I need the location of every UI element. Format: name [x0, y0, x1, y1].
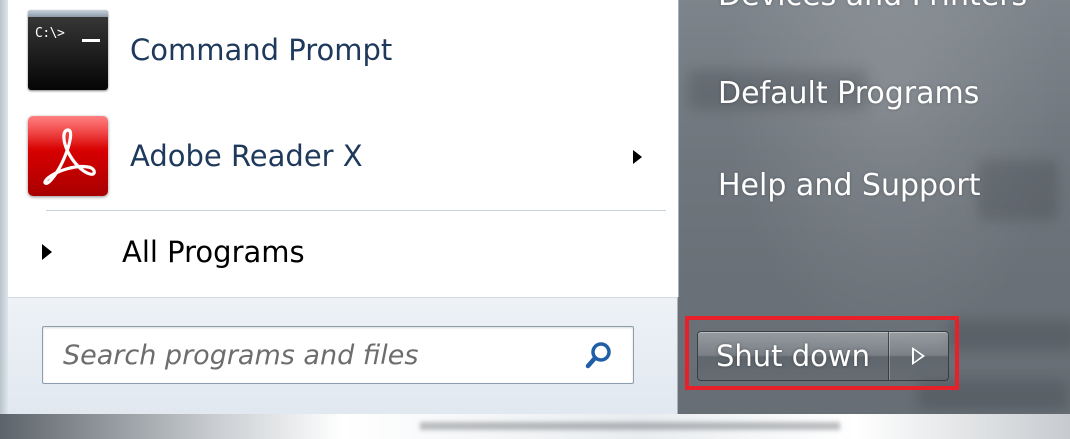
menu-item-devices-and-printers[interactable]: Devices and Printers: [718, 0, 1027, 13]
icon-titlebar: [28, 10, 108, 17]
menu-item-default-programs[interactable]: Default Programs: [718, 76, 979, 111]
acrobat-swirl-icon: [43, 128, 96, 185]
start-menu-programs-pane: C:\> Command Prompt Adobe Reader X All P…: [8, 0, 679, 297]
all-programs-item[interactable]: All Programs: [22, 220, 678, 284]
menu-item-help-and-support[interactable]: Help and Support: [718, 168, 981, 203]
background-blur: [948, 320, 1070, 350]
start-menu-left-edge: [0, 0, 8, 414]
menu-separator: [46, 210, 666, 211]
submenu-arrow-icon[interactable]: [633, 150, 642, 164]
shutdown-highlight-box: [685, 316, 959, 390]
background-blur: [420, 422, 840, 430]
adobe-reader-icon: [28, 116, 108, 196]
program-label: Command Prompt: [130, 33, 393, 67]
taskbar-edge: [0, 414, 1070, 439]
command-prompt-icon: C:\>: [28, 10, 108, 90]
all-programs-label: All Programs: [122, 235, 305, 269]
background-blur: [978, 160, 1058, 220]
program-item-command-prompt[interactable]: C:\> Command Prompt: [22, 2, 678, 98]
triangle-right-icon: [42, 244, 52, 260]
search-icon[interactable]: [579, 335, 619, 375]
prompt-cursor: [82, 39, 100, 42]
program-label: Adobe Reader X: [130, 139, 363, 173]
program-item-adobe-reader[interactable]: Adobe Reader X: [22, 108, 678, 204]
search-box: [42, 326, 634, 384]
search-area: [8, 297, 678, 414]
search-input[interactable]: [43, 327, 579, 383]
prompt-text: C:\>: [35, 26, 65, 41]
